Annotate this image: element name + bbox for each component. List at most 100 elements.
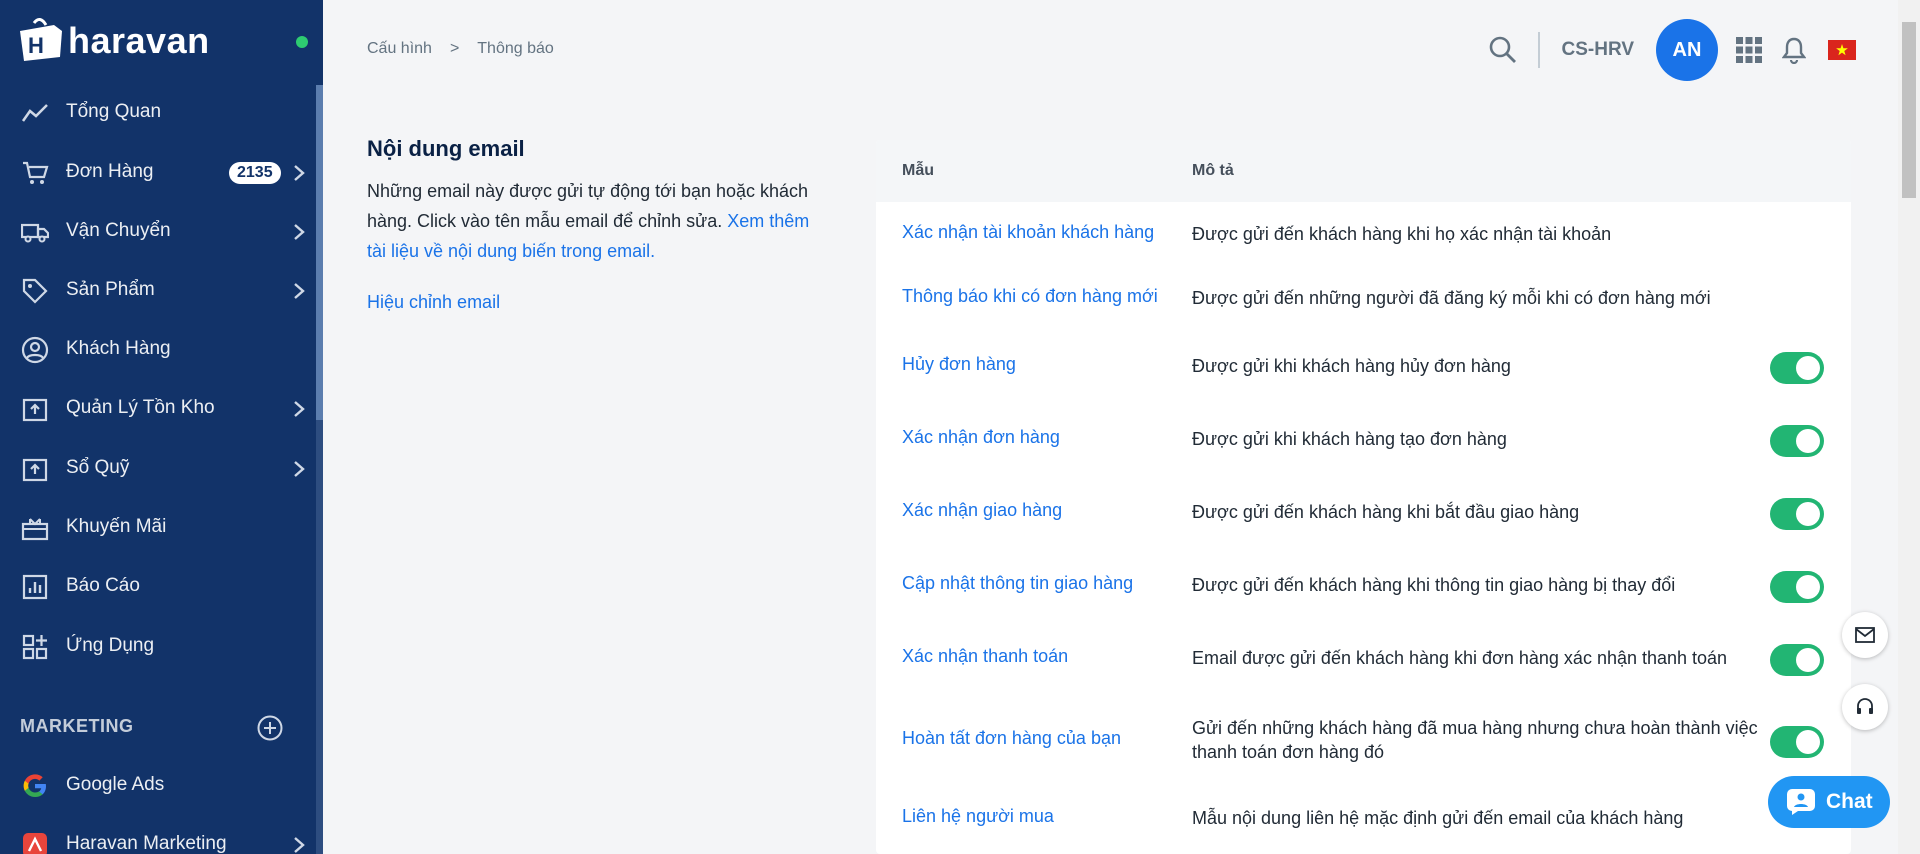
email-intro-section: Nội dung email Những email này được gửi … <box>367 136 827 266</box>
sidebar-item-san-pham[interactable]: Sản Phẩm <box>0 265 316 317</box>
edit-email-link[interactable]: Hiệu chỉnh email <box>367 292 500 313</box>
chevron-right-icon[interactable] <box>289 220 309 244</box>
template-name-link[interactable]: Xác nhận tài khoản khách hàng <box>902 222 1154 243</box>
mail-icon <box>1855 627 1875 643</box>
haravan-marketing-icon <box>23 833 47 854</box>
breadcrumb-parent-link[interactable]: Cấu hình <box>367 40 432 58</box>
truck-icon <box>21 223 49 243</box>
sidebar-item-khuyen-mai[interactable]: Khuyến Mãi <box>0 502 316 554</box>
template-name-link[interactable]: Cập nhật thông tin giao hàng <box>902 573 1133 594</box>
sidebar-item-van-chuyen[interactable]: Vận Chuyển <box>0 206 316 258</box>
sidebar-item-haravan-marketing[interactable]: Haravan Marketing <box>0 819 316 854</box>
cashbook-icon <box>22 458 48 482</box>
template-name-link[interactable]: Thông báo khi có đơn hàng mới <box>902 286 1158 307</box>
template-enabled-toggle[interactable] <box>1770 571 1824 603</box>
svg-text:H: H <box>28 33 44 58</box>
email-template-table: Mẫu Mô tả Xác nhận tài khoản khách hàng … <box>876 140 1851 854</box>
chevron-right-icon[interactable] <box>289 833 309 854</box>
sidebar-item-label: Khách Hàng <box>66 338 171 359</box>
template-description: Gửi đến những khách hàng đã mua hàng như… <box>1192 718 1758 762</box>
sidebar-item-khach-hang[interactable]: Khách Hàng <box>0 324 316 376</box>
haravan-logo-icon: H <box>20 18 62 61</box>
topbar-actions: CS-HRV AN <box>1488 19 1856 81</box>
marketing-section-title: MARKETING <box>20 716 134 736</box>
sidebar-item-label: Khuyến Mãi <box>66 516 167 537</box>
template-enabled-toggle[interactable] <box>1770 352 1824 384</box>
sidebar-item-bao-cao[interactable]: Báo Cáo <box>0 561 316 613</box>
template-name-link[interactable]: Hoàn tất đơn hàng của bạn <box>902 728 1121 749</box>
topbar: Cấu hình > Thông báo CS-HRV AN <box>323 0 1898 100</box>
section-title: Nội dung email <box>367 136 525 161</box>
chat-button[interactable]: Chat <box>1768 776 1890 828</box>
template-enabled-toggle[interactable] <box>1770 644 1824 676</box>
page-scrollbar-thumb[interactable] <box>1902 22 1916 198</box>
sidebar-item-label: Tổng Quan <box>66 101 162 122</box>
template-name-link[interactable]: Liên hệ người mua <box>902 806 1054 827</box>
user-circle-icon <box>21 336 49 364</box>
sidebar-item-label: Vận Chuyển <box>66 220 171 241</box>
breadcrumb-separator: > <box>449 40 460 57</box>
template-enabled-toggle[interactable] <box>1770 425 1824 457</box>
column-header-description: Mô tả <box>1192 162 1234 179</box>
sidebar-item-label: Ứng Dụng <box>66 635 155 656</box>
avatar[interactable]: AN <box>1656 19 1718 81</box>
logo[interactable]: H haravan <box>14 18 210 64</box>
hotline-support-button[interactable] <box>1842 684 1888 730</box>
search-icon[interactable] <box>1488 35 1518 65</box>
chat-button-label: Chat <box>1826 790 1873 813</box>
breadcrumb: Cấu hình > Thông báo <box>367 40 554 58</box>
sidebar-item-google-ads[interactable]: Google Ads <box>0 760 316 812</box>
template-name-link[interactable]: Hủy đơn hàng <box>902 354 1016 375</box>
app-grid-icon[interactable] <box>1736 37 1762 63</box>
cart-icon <box>23 161 49 184</box>
sidebar-item-label: Báo Cáo <box>66 575 140 596</box>
template-enabled-toggle[interactable] <box>1770 726 1824 758</box>
template-name-link[interactable]: Xác nhận đơn hàng <box>902 427 1060 448</box>
sidebar-item-label: Sản Phẩm <box>66 279 155 300</box>
chevron-right-icon[interactable] <box>289 279 309 303</box>
sidebar-item-quan-ly-ton-kho[interactable]: Quản Lý Tồn Kho <box>0 383 316 435</box>
template-name-link[interactable]: Xác nhận giao hàng <box>902 500 1062 521</box>
sidebar-item-so-quy[interactable]: Sổ Quỹ <box>0 443 316 495</box>
sidebar: H haravan Tổng Quan Đơn Hàng 2135 Vận Ch… <box>0 0 323 854</box>
vietnam-flag-icon[interactable] <box>1828 40 1856 60</box>
template-description: Được gửi đến khách hàng khi thông tin gi… <box>1192 575 1676 595</box>
table-header: Mẫu Mô tả <box>876 140 1851 202</box>
template-description: Được gửi đến những người đã đăng ký mỗi … <box>1192 288 1711 308</box>
template-name-link[interactable]: Xác nhận thanh toán <box>902 646 1068 667</box>
tag-icon <box>22 278 48 304</box>
template-description: Được gửi khi khách hàng hủy đơn hàng <box>1192 356 1511 376</box>
chevron-right-icon[interactable] <box>289 161 309 185</box>
add-channel-icon[interactable] <box>256 714 284 742</box>
chevron-right-icon[interactable] <box>289 457 309 481</box>
sidebar-item-label: Đơn Hàng <box>66 161 154 182</box>
store-name[interactable]: CS-HRV <box>1562 39 1635 61</box>
online-status-dot <box>296 36 308 48</box>
topbar-divider <box>1537 32 1540 68</box>
apps-icon <box>22 634 48 660</box>
inventory-icon <box>22 398 48 422</box>
bell-icon[interactable] <box>1782 36 1806 64</box>
section-description: Những email này được gửi tự động tới bạn… <box>367 176 827 266</box>
email-support-button[interactable] <box>1842 612 1888 658</box>
sidebar-scrollbar-thumb[interactable] <box>316 85 323 420</box>
gift-icon <box>21 518 49 541</box>
page-scrollbar[interactable] <box>1898 0 1920 854</box>
template-description: Email được gửi đến khách hàng khi đơn hà… <box>1192 648 1728 668</box>
template-enabled-toggle[interactable] <box>1770 498 1824 530</box>
google-icon <box>23 774 46 797</box>
headset-icon <box>1857 698 1873 714</box>
chat-icon <box>1787 789 1815 815</box>
sidebar-item-don-hang[interactable]: Đơn Hàng 2135 <box>0 147 316 199</box>
template-description: Mẫu nội dung liên hệ mặc định gửi đến em… <box>1192 808 1684 828</box>
sidebar-item-ung-dung[interactable]: Ứng Dụng <box>0 621 316 673</box>
breadcrumb-current: Thông báo <box>477 40 554 57</box>
sidebar-item-label: Haravan Marketing <box>66 833 227 854</box>
logo-text: haravan <box>68 20 210 61</box>
order-count-badge: 2135 <box>229 162 281 184</box>
template-description: Được gửi đến khách hàng khi họ xác nhận … <box>1192 224 1612 244</box>
chevron-right-icon[interactable] <box>289 397 309 421</box>
sidebar-item-label: Sổ Quỹ <box>66 457 130 478</box>
template-description: Được gửi khi khách hàng tạo đơn hàng <box>1192 429 1507 449</box>
sidebar-item-tong-quan[interactable]: Tổng Quan <box>0 87 316 139</box>
